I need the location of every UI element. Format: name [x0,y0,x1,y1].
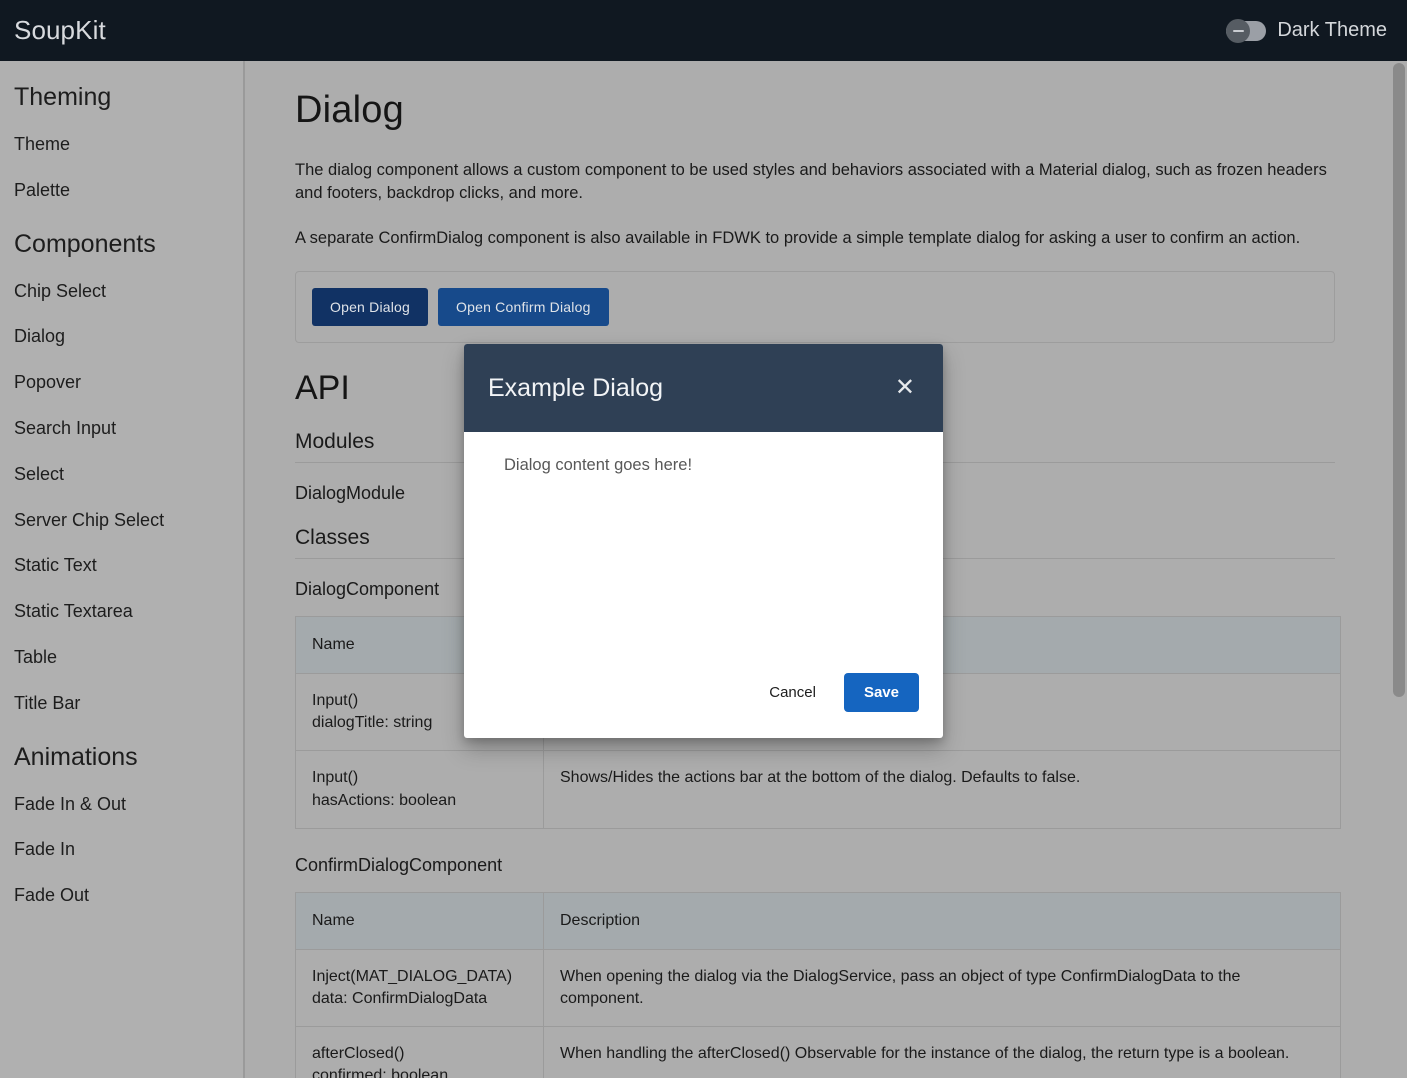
dark-theme-toggle-group[interactable]: Dark Theme [1226,19,1387,42]
cell-name: Inject(MAT_DIALOG_DATA)data: ConfirmDial… [296,949,544,1026]
toggle-knob [1226,19,1250,43]
app-title: SoupKit [14,15,106,46]
vertical-scrollbar-track[interactable] [1390,61,1407,1078]
sidebar-heading-components: Components [0,214,243,269]
open-dialog-button[interactable]: Open Dialog [312,288,428,326]
column-header-name: Name [296,892,544,949]
sidebar-navigation: Theming Theme Palette Components Chip Se… [0,61,245,1078]
demo-card: Open Dialog Open Confirm Dialog [295,271,1335,343]
sidebar-item-static-text[interactable]: Static Text [0,543,243,589]
cell-name: afterClosed()confirmed: boolean [296,1026,544,1078]
table-row: Inject(MAT_DIALOG_DATA)data: ConfirmDial… [296,949,1341,1026]
cell-description: Shows/Hides the actions bar at the botto… [544,751,1341,828]
sidebar-item-chip-select[interactable]: Chip Select [0,269,243,315]
cell-name: Input()hasActions: boolean [296,751,544,828]
dialog-title: Example Dialog [488,374,663,403]
sidebar-item-popover[interactable]: Popover [0,360,243,406]
sidebar-item-fade-in[interactable]: Fade In [0,827,243,873]
table-header-row: Name Description [296,892,1341,949]
cell-description: When opening the dialog via the DialogSe… [544,949,1341,1026]
sidebar-item-static-textarea[interactable]: Static Textarea [0,589,243,635]
close-icon[interactable]: ✕ [889,372,921,404]
cell-description: When handling the afterClosed() Observab… [544,1026,1341,1078]
save-button[interactable]: Save [844,673,919,712]
dialog-actions: Cancel Save [464,673,943,738]
cancel-button[interactable]: Cancel [753,674,832,711]
column-header-description: Description [544,892,1341,949]
top-app-bar: SoupKit Dark Theme [0,0,1407,61]
sidebar-item-table[interactable]: Table [0,635,243,681]
sidebar-item-theme[interactable]: Theme [0,122,243,168]
table-row: afterClosed()confirmed: boolean When han… [296,1026,1341,1078]
dialog-content-text: Dialog content goes here! [504,456,919,475]
sidebar-item-title-bar[interactable]: Title Bar [0,681,243,727]
vertical-scrollbar-thumb[interactable] [1393,63,1405,697]
dark-theme-toggle-switch[interactable] [1226,21,1266,41]
class-name-confirm-dialog-component: ConfirmDialogComponent [295,855,1335,876]
intro-paragraph-1: The dialog component allows a custom com… [295,159,1335,205]
intro-paragraph-2: A separate ConfirmDialog component is al… [295,227,1335,250]
sidebar-item-palette[interactable]: Palette [0,168,243,214]
dialog-body: Dialog content goes here! [464,432,943,673]
api-table-confirm-dialog-component: Name Description Inject(MAT_DIALOG_DATA)… [295,892,1341,1078]
sidebar-item-fade-in-and-out[interactable]: Fade In & Out [0,782,243,828]
open-confirm-dialog-button[interactable]: Open Confirm Dialog [438,288,609,326]
dark-theme-label: Dark Theme [1277,19,1387,42]
example-dialog: Example Dialog ✕ Dialog content goes her… [464,344,943,738]
sidebar-item-server-chip-select[interactable]: Server Chip Select [0,498,243,544]
sidebar-heading-theming: Theming [0,67,243,122]
sidebar-item-select[interactable]: Select [0,452,243,498]
minus-icon [1233,30,1244,32]
sidebar-item-fade-out[interactable]: Fade Out [0,873,243,919]
table-row: Input()hasActions: boolean Shows/Hides t… [296,751,1341,828]
sidebar-heading-animations: Animations [0,727,243,782]
dialog-header: Example Dialog ✕ [464,344,943,432]
page-title: Dialog [295,89,1335,132]
sidebar-item-search-input[interactable]: Search Input [0,406,243,452]
sidebar-item-dialog[interactable]: Dialog [0,314,243,360]
